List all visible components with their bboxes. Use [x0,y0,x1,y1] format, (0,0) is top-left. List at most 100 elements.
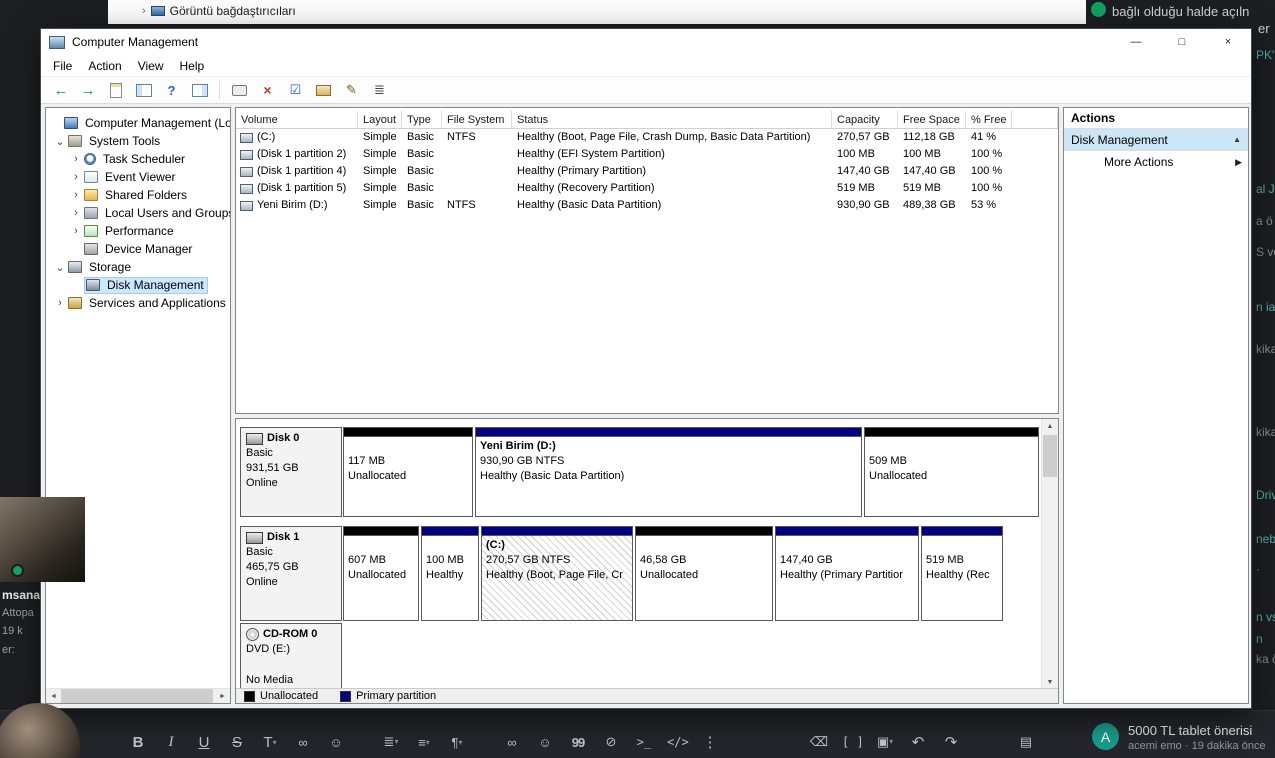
column-file-system[interactable]: File System [442,111,512,128]
chevron-right-icon[interactable]: › [68,171,84,183]
disk1-partition-primary[interactable]: 147,40 GB Healthy (Primary Partitior [775,526,919,621]
menu-file[interactable]: File [45,59,80,73]
action-pane-button[interactable] [189,80,210,101]
column-free-space[interactable]: Free Space [898,111,966,128]
tree-item-disk-management[interactable]: Disk Management [46,276,230,294]
volume-row-c[interactable]: (C:) Simple Basic NTFS Healthy (Boot, Pa… [236,129,1058,146]
undo-icon[interactable]: ↶ [908,733,928,751]
font-size-icon[interactable]: T▾ [260,734,280,751]
disk0-partition-unallocated-1[interactable]: 117 MB Unallocated [343,427,473,517]
edit-button[interactable]: ✎ [341,80,362,101]
disk1-header[interactable]: Disk 1 Basic 465,75 GB Online [240,526,342,621]
disk1-partition-unallocated-1[interactable]: 607 MB Unallocated [343,526,419,621]
tree-item-local-users-and-groups[interactable]: › Local Users and Groups [46,204,230,222]
disk0-partition-unallocated-2[interactable]: 509 MB Unallocated [864,427,1039,517]
tree-item-shared-folders[interactable]: › Shared Folders [46,186,230,204]
forward-button[interactable]: → [78,82,98,99]
console-tree-button[interactable] [133,80,154,101]
menu-view[interactable]: View [130,59,172,73]
delete-button[interactable]: × [257,80,278,101]
actions-disk-management[interactable]: Disk Management ▲ [1064,129,1248,151]
horizontal-scrollbar[interactable]: ◄ ► [46,688,230,703]
disk1-partition-c-selected[interactable]: (C:) 270,57 GB NTFS Healthy (Boot, Page Fi… [481,526,633,621]
paragraph-icon[interactable]: ¶▾ [447,735,467,750]
check-volume-button[interactable]: ☑ [285,80,306,101]
device-tree-row[interactable]: › Görüntü bağdaştırıcıları [142,4,296,18]
tree-item-system-tools[interactable]: ⌄ System Tools [46,132,230,150]
link-icon[interactable]: ∞ [293,735,313,750]
tree-item-event-viewer[interactable]: › Event Viewer [46,168,230,186]
disk0-partition-yeni-birim[interactable]: Yeni Birim (D:) 930,90 GB NTFS Healthy (Ba… [475,427,862,517]
image-icon[interactable]: ▣▾ [875,734,895,750]
list-view-button[interactable]: ≣ [369,80,390,101]
disk1-partition-efi[interactable]: 100 MB Healthy [421,526,479,621]
smiley-icon[interactable]: ☺ [535,735,555,750]
column-capacity[interactable]: Capacity [832,111,898,128]
redo-icon[interactable]: ↷ [941,733,961,751]
volume-row-yeni-birim-d[interactable]: Yeni Birim (D:) Simple Basic NTFS Health… [236,197,1058,214]
chevron-right-icon[interactable]: › [68,153,84,165]
volume-row-disk1-partition2[interactable]: (Disk 1 partition 2) Simple Basic Health… [236,146,1058,163]
volume-row-disk1-partition4[interactable]: (Disk 1 partition 4) Simple Basic Health… [236,163,1058,180]
actions-more-actions[interactable]: More Actions ▶ [1064,151,1248,173]
strikethrough-icon[interactable]: S [227,734,247,751]
collapse-up-icon[interactable]: ▲ [1233,135,1241,144]
chevron-down-icon[interactable]: ⌄ [52,135,68,148]
scroll-up-icon[interactable]: ▲ [1042,419,1058,434]
menu-help[interactable]: Help [172,59,213,73]
bold-icon[interactable]: B [128,734,148,751]
more-options-icon[interactable]: ⋮ [700,733,720,751]
topic-title[interactable]: 5000 TL tablet önerisi [1128,723,1266,738]
cdrom-header[interactable]: CD-ROM 0 DVD (E:) No Media [240,623,342,689]
tree-item-computer-management[interactable]: Computer Management (Local [46,114,230,132]
scroll-left-icon[interactable]: ◄ [46,689,61,703]
column-type[interactable]: Type [402,111,442,128]
tree-item-storage[interactable]: ⌄ Storage [46,258,230,276]
chevron-right-icon[interactable]: › [68,207,84,219]
forum-text-fragment: n [1256,632,1263,646]
minimize-button[interactable]: — [1113,29,1159,55]
disk1-partition-recovery[interactable]: 519 MB Healthy (Rec [921,526,1003,621]
underline-icon[interactable]: U [194,734,214,751]
chevron-right-icon[interactable]: › [52,297,68,309]
forum-topic[interactable]: A 5000 TL tablet önerisi acemi emo · 19 … [1092,723,1266,752]
close-button[interactable]: × [1205,29,1251,55]
column-status[interactable]: Status [512,111,832,128]
mount-button[interactable] [313,80,334,101]
chevron-right-icon[interactable]: › [68,189,84,201]
tree-item-device-manager[interactable]: Device Manager [46,240,230,258]
export-list-button[interactable] [105,80,126,101]
help-button[interactable]: ? [161,80,182,101]
back-button[interactable]: ← [51,82,71,99]
eraser-icon[interactable]: ⌫ [809,734,829,750]
brackets-icon[interactable]: [ ] [842,735,864,749]
chevron-right-icon[interactable]: › [68,225,84,237]
column-volume[interactable]: Volume [236,111,358,128]
terminal-icon[interactable]: >_ [634,735,654,749]
insert-link-icon[interactable]: ∞ [502,735,522,750]
scrollbar-thumb[interactable] [1043,435,1057,477]
list-icon[interactable]: ≣▾ [381,734,401,750]
volume-row-disk1-partition5[interactable]: (Disk 1 partition 5) Simple Basic Health… [236,180,1058,197]
tree-item-performance[interactable]: › Performance [46,222,230,240]
tree-item-task-scheduler[interactable]: › Task Scheduler [46,150,230,168]
emoji-icon[interactable]: ☺ [326,735,346,750]
chevron-down-icon[interactable]: ⌄ [52,261,68,274]
scrollbar-thumb[interactable] [61,689,213,703]
column-pct-free[interactable]: % Free [966,111,1012,128]
tree-item-services-and-applications[interactable]: › Services and Applications [46,294,230,312]
column-layout[interactable]: Layout [358,111,402,128]
code-icon[interactable]: </> [667,735,689,749]
spoiler-icon[interactable]: ⊘ [601,734,621,750]
disk0-header[interactable]: Disk 0 Basic 931,51 GB Online [240,427,342,517]
quote-icon[interactable]: 99 [568,735,588,750]
scroll-right-icon[interactable]: ► [215,689,230,703]
preview-icon[interactable]: ▤ [1016,734,1036,750]
align-icon[interactable]: ≡▾ [414,735,434,750]
italic-icon[interactable]: I [161,734,181,751]
maximize-button[interactable]: □ [1159,29,1205,55]
console-button[interactable] [229,80,250,101]
disk1-partition-unallocated-2[interactable]: 46,58 GB Unallocated [635,526,773,621]
menu-action[interactable]: Action [80,59,129,73]
vertical-scrollbar[interactable]: ▲ ▼ [1041,419,1058,690]
